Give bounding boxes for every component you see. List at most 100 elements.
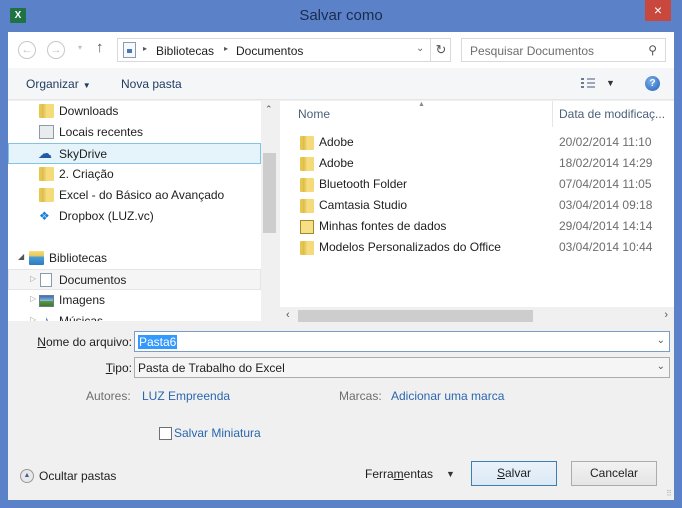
file-row[interactable]: Minhas fontes de dados 29/04/2014 14:14 — [280, 216, 674, 237]
caret-down-icon: ▼ — [82, 81, 91, 90]
file-row[interactable]: Adobe 18/02/2014 14:29 — [280, 153, 674, 174]
filename-input[interactable]: Pasta6 — [138, 335, 178, 349]
file-row[interactable]: Camtasia Studio 03/04/2014 09:18 — [280, 195, 674, 216]
scrollbar-thumb[interactable] — [298, 310, 533, 322]
authors-value[interactable]: LUZ Empreenda — [142, 389, 230, 403]
scroll-left-icon[interactable]: ‹ — [286, 309, 290, 321]
search-placeholder: Pesquisar Documentos — [470, 44, 595, 58]
tree-item-skydrive[interactable]: ☁ SkyDrive — [8, 143, 261, 164]
expanded-arrow-icon[interactable]: ◢ — [18, 252, 24, 261]
file-name: Adobe — [319, 135, 354, 149]
pictures-icon — [39, 295, 54, 307]
tree-item-criacao[interactable]: 2. Criação — [8, 164, 261, 185]
tools-label-part: Ferra — [365, 467, 394, 481]
scroll-right-icon[interactable]: › — [664, 309, 668, 321]
folder-icon — [300, 136, 314, 150]
tree-item-label: Locais recentes — [59, 125, 144, 139]
scroll-up-icon[interactable]: ⌃ — [265, 104, 273, 115]
collapsed-arrow-icon[interactable]: ▷ — [30, 315, 36, 321]
cancel-button[interactable]: Cancelar — [571, 461, 657, 486]
tree-item-musicas[interactable]: ▷ ♪ Músicas — [8, 311, 261, 321]
sort-ascending-icon: ▲ — [418, 101, 425, 108]
file-name: Minhas fontes de dados — [319, 219, 447, 233]
tools-menu[interactable]: Ferramentas — [365, 467, 433, 481]
tree-item-label: SkyDrive — [59, 147, 108, 161]
view-options-icon[interactable] — [581, 77, 597, 89]
tree-item-label: Excel - do Básico ao Avançado — [59, 188, 225, 202]
column-header-name[interactable]: Nome — [298, 107, 330, 121]
file-name: Bluetooth Folder — [319, 177, 408, 191]
title-bar: X Salvar como × — [0, 0, 682, 32]
up-button[interactable]: ↑ — [96, 39, 104, 56]
filename-label-text: ome do arquivo: — [45, 335, 132, 349]
tree-item-label: Documentos — [59, 273, 127, 287]
collapsed-arrow-icon[interactable]: ▷ — [30, 274, 36, 283]
tree-item-label: 2. Criação — [59, 167, 114, 181]
chevron-down-icon[interactable]: ⌄ — [657, 361, 665, 372]
column-header-date-modified[interactable]: Data de modificaç... — [559, 107, 665, 121]
file-date: 20/02/2014 11:10 — [559, 135, 652, 149]
refresh-button[interactable]: ↻ — [430, 39, 451, 61]
documents-library-icon — [123, 42, 136, 58]
breadcrumb-separator-icon[interactable]: ▸ — [224, 44, 228, 53]
forward-button[interactable]: → — [47, 41, 65, 59]
address-bar[interactable]: ▸ Bibliotecas ▸ Documentos ⌄ ↻ — [117, 38, 451, 62]
save-thumbnail-label[interactable]: Salvar Miniatura — [174, 426, 261, 440]
tags-label: Marcas: — [339, 389, 382, 403]
view-dropdown-icon[interactable]: ▼ — [606, 78, 615, 88]
add-tag-link[interactable]: Adicionar uma marca — [391, 389, 504, 403]
column-divider[interactable] — [552, 101, 553, 127]
scroll-corner — [261, 307, 280, 324]
scrollbar-thumb[interactable] — [263, 153, 276, 233]
breadcrumb-bibliotecas[interactable]: Bibliotecas — [156, 44, 214, 58]
documents-icon — [40, 273, 52, 287]
organize-label: Organizar — [26, 77, 79, 91]
dropbox-icon: ❖ — [39, 209, 50, 223]
search-input[interactable]: Pesquisar Documentos ⚲ — [461, 38, 666, 62]
file-date: 03/04/2014 09:18 — [559, 198, 653, 212]
navigation-bar: ← → ▾ ↑ ▸ Bibliotecas ▸ Documentos ⌄ ↻ P… — [8, 32, 674, 68]
file-list-horizontal-scrollbar[interactable]: ‹ › — [280, 307, 674, 324]
chevron-down-icon[interactable]: ⌄ — [657, 335, 665, 346]
folder-icon — [39, 167, 54, 181]
breadcrumb-separator-icon[interactable]: ▸ — [143, 44, 147, 53]
navigation-pane-scrollbar[interactable]: ⌃ ⌄ — [261, 101, 278, 321]
accelerator-key: m — [393, 467, 404, 481]
save-button[interactable]: Salvar — [471, 461, 557, 486]
file-type-select[interactable]: Pasta de Trabalho do Excel ⌄ — [134, 357, 670, 378]
filename-combobox[interactable]: Pasta6 ⌄ — [134, 331, 670, 352]
navigation-pane: Downloads Locais recentes ☁ SkyDrive 2. … — [8, 101, 261, 321]
recent-locations-dropdown[interactable]: ▾ — [78, 43, 82, 52]
collapse-up-icon: ▲ — [20, 469, 34, 483]
save-label: alvar — [505, 466, 532, 480]
resize-grip-icon[interactable]: ⠿ — [666, 489, 672, 498]
file-row[interactable]: Adobe 20/02/2014 11:10 — [280, 132, 674, 153]
close-button[interactable]: × — [645, 0, 671, 21]
music-icon: ♪ — [43, 313, 50, 321]
file-row[interactable]: Modelos Personalizados do Office 03/04/2… — [280, 237, 674, 258]
folder-icon — [300, 178, 314, 192]
save-thumbnail-checkbox[interactable] — [159, 427, 172, 440]
tree-item-imagens[interactable]: ▷ Imagens — [8, 290, 261, 311]
tree-item-dropbox[interactable]: ❖ Dropbox (LUZ.vc) — [8, 206, 261, 227]
collapsed-arrow-icon[interactable]: ▷ — [30, 294, 36, 303]
help-icon[interactable]: ? — [645, 76, 660, 91]
organize-menu[interactable]: Organizar ▼ — [26, 77, 91, 91]
search-icon[interactable]: ⚲ — [648, 43, 657, 57]
file-date: 29/04/2014 14:14 — [559, 219, 653, 233]
tree-item-excel-course[interactable]: Excel - do Básico ao Avançado — [8, 185, 261, 206]
file-type-value: Pasta de Trabalho do Excel — [138, 361, 285, 375]
file-row[interactable]: Bluetooth Folder 07/04/2014 11:05 — [280, 174, 674, 195]
chevron-down-icon[interactable]: ⌄ — [416, 43, 424, 54]
breadcrumb-documentos[interactable]: Documentos — [236, 44, 303, 58]
new-folder-button[interactable]: Nova pasta — [121, 77, 182, 91]
file-list: ▲ Nome Data de modificaç... Adobe 20/02/… — [280, 101, 674, 307]
tree-item-bibliotecas[interactable]: ◢ Bibliotecas — [8, 248, 261, 269]
back-button[interactable]: ← — [18, 41, 36, 59]
tree-item-documentos[interactable]: ▷ Documentos — [8, 269, 261, 290]
tree-item-label: Imagens — [59, 293, 106, 307]
file-date: 18/02/2014 14:29 — [559, 156, 653, 170]
tools-dropdown-icon[interactable]: ▼ — [446, 469, 455, 479]
tree-item-recent-places[interactable]: Locais recentes — [8, 122, 261, 143]
tree-item-downloads[interactable]: Downloads — [8, 101, 261, 122]
